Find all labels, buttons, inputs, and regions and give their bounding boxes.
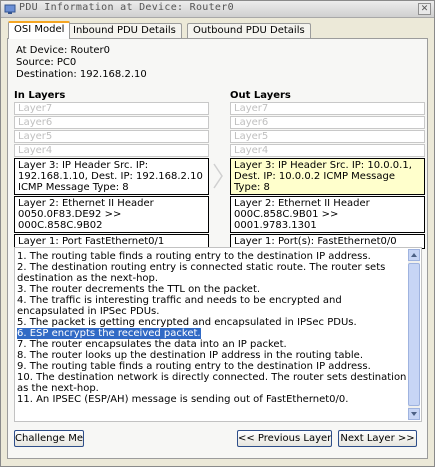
scrollbar-thumb[interactable] [408,263,420,406]
step-item-selected: 6. ESP encrypts the received packet. [17,328,201,339]
vertical-scrollbar[interactable] [408,249,420,420]
tab-label: Outbound PDU Details [193,25,305,36]
tab-bar: OSI Model Inbound PDU Details Outbound P… [8,21,428,39]
source-label: Source: PC0 [16,57,77,68]
window-title: PDU Information at Device: Router0 [19,2,234,13]
step-item: 7. The router encapsulates the data into… [17,339,287,350]
scroll-down-button[interactable] [408,408,420,420]
device-label: At Device: Router0 [16,45,111,56]
scroll-up-button[interactable] [408,249,420,261]
out-layer-4[interactable]: Layer4 [230,144,425,157]
steps-text-area[interactable]: 1. The routing table finds a routing ent… [14,247,422,422]
step-item: 9. The routing table finds a routing ent… [17,361,371,372]
out-layers-list: Layer7 Layer6 Layer5 Layer4 Layer 3: IP … [230,102,425,250]
network-device-icon [4,4,16,14]
scroll-down-arrow-icon [411,412,417,416]
out-layer-2[interactable]: Layer 2: Ethernet II Header 000C.858C.9B… [230,196,425,233]
in-layer-7[interactable]: Layer7 [14,102,209,115]
tab-outbound-pdu-details[interactable]: Outbound PDU Details [187,23,311,38]
in-layer-3[interactable]: Layer 3: IP Header Src. IP: 192.168.1.10… [14,158,209,195]
step-item: 11. An IPSEC (ESP/AH) message is sending… [17,394,349,405]
close-icon: ✕ [420,4,429,14]
close-button[interactable]: ✕ [418,3,431,15]
step-item: 10. The destination network is directly … [17,372,407,394]
step-item: 2. The destination routing entry is conn… [17,262,386,284]
in-layer-6[interactable]: Layer6 [14,116,209,129]
step-item: 5. The packet is getting encrypted and e… [17,317,357,328]
step-item: 4. The traffic is interesting traffic an… [17,295,342,317]
challenge-me-button[interactable]: Challenge Me [14,430,84,447]
right-arrow-icon [213,163,223,189]
destination-label: Destination: 192.168.2.10 [16,69,147,80]
device-info: At Device: Router0 Source: PC0 Destinati… [16,45,147,81]
title-bar[interactable]: PDU Information at Device: Router0 ✕ [1,1,434,18]
out-layers-title: Out Layers [230,90,291,101]
step-item: 3. The router decrements the TTL on the … [17,284,261,295]
in-layers-list: Layer7 Layer6 Layer5 Layer4 Layer 3: IP … [14,102,209,250]
osi-model-panel: At Device: Router0 Source: PC0 Destinati… [7,38,428,459]
tab-osi-model[interactable]: OSI Model [8,21,71,39]
in-layer-5[interactable]: Layer5 [14,130,209,143]
pdu-information-window: PDU Information at Device: Router0 ✕ OSI… [0,0,435,467]
tab-label: OSI Model [14,24,65,35]
in-layer-4[interactable]: Layer4 [14,144,209,157]
out-layer-6[interactable]: Layer6 [230,116,425,129]
out-layer-5[interactable]: Layer5 [230,130,425,143]
previous-layer-button[interactable]: << Previous Layer [237,430,332,447]
step-item: 1. The routing table finds a routing ent… [17,251,371,262]
scroll-up-arrow-icon [411,253,417,257]
step-item: 8. The router looks up the destination I… [17,350,363,361]
out-layer-3[interactable]: Layer 3: IP Header Src. IP: 10.0.0.1, De… [230,158,425,195]
out-layer-7[interactable]: Layer7 [230,102,425,115]
tab-inbound-pdu-details[interactable]: Inbound PDU Details [67,23,182,38]
next-layer-button[interactable]: Next Layer >> [338,430,417,447]
tab-label: Inbound PDU Details [73,25,176,36]
steps-list: 1. The routing table finds a routing ent… [17,251,407,405]
in-layers-title: In Layers [14,90,66,101]
in-layer-2[interactable]: Layer 2: Ethernet II Header 0050.0F83.DE… [14,196,209,233]
